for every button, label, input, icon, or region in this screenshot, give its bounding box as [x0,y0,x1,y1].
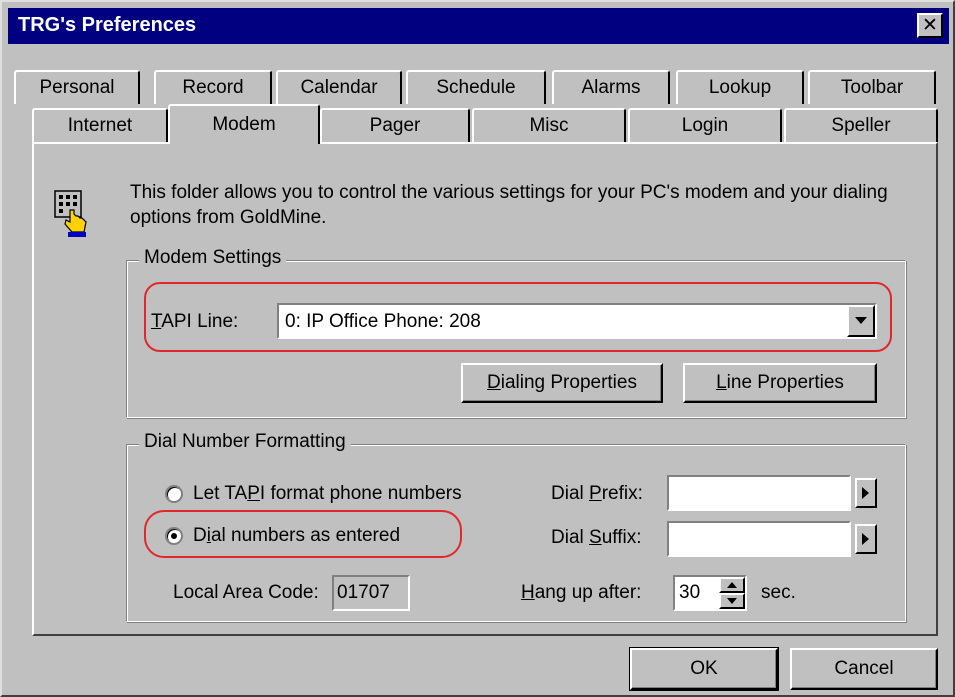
hangup-spin-up[interactable] [719,577,745,593]
chevron-down-icon [855,317,867,324]
tab-alarms[interactable]: Alarms [552,70,670,104]
tab-pager[interactable]: Pager [320,108,470,142]
dial-suffix-input[interactable] [667,521,851,557]
radio-let-tapi-format[interactable] [165,485,183,503]
tab-label: Calendar [300,77,378,98]
cancel-button[interactable]: Cancel [790,648,938,690]
tab-label: Toolbar [840,77,904,98]
hangup-label: Hang up after: [521,582,642,603]
dialing-properties-button[interactable]: Dialing Properties [461,363,663,403]
hangup-unit: sec. [761,582,796,603]
tapi-line-value: 0: IP Office Phone: 208 [285,311,481,332]
title-bar[interactable]: TRG's Preferences ✕ [8,8,949,44]
ok-button[interactable]: OK [629,647,779,691]
tab-lookup[interactable]: Lookup [676,70,804,104]
tab-calendar[interactable]: Calendar [276,70,402,104]
tab-record[interactable]: Record [154,70,272,104]
tab-label: Record [182,77,244,98]
tapi-dropdown-button[interactable] [847,305,875,337]
radio-let-tapi-label: Let TAPI format phone numbers [193,483,462,504]
tab-personal[interactable]: Personal [14,70,140,104]
phone-keypad-hand-icon [54,190,87,237]
tab-toolbar[interactable]: Toolbar [808,70,936,104]
tab-label: Schedule [436,77,516,98]
dial-prefix-input[interactable] [667,475,851,511]
local-area-code-field: 01707 [332,575,410,611]
tapi-line-label: TAPI Line: [151,311,239,332]
dial-prefix-label: Dial Prefix: [551,483,643,504]
tab-label: Pager [369,115,421,136]
tab-label: Misc [529,115,569,136]
tab-label: Alarms [581,77,641,98]
tab-label: Modem [212,114,276,135]
close-icon: ✕ [922,15,938,36]
radio-dial-as-entered[interactable] [165,527,183,545]
chevron-right-icon [862,487,869,499]
radio-dial-as-entered-label: Dial numbers as entered [193,525,401,546]
dial-formatting-group: Dial Number Formatting Let TAPI format p… [126,431,906,622]
hangup-value: 30 [679,582,701,603]
tab-label: Speller [831,115,891,136]
tab-modem[interactable]: Modem [168,104,320,144]
tab-label: Internet [67,115,133,136]
tab-label: Lookup [708,77,772,98]
preferences-dialog: TRG's Preferences ✕ Personal Record Cale… [0,0,955,697]
spin-up-icon [727,582,737,588]
modem-settings-group: Modem Settings TAPI Line: 0: IP Office P… [126,247,906,418]
tab-speller[interactable]: Speller [784,108,938,142]
tab-misc[interactable]: Misc [472,108,626,142]
tab-internet[interactable]: Internet [32,108,168,142]
chevron-right-icon [862,533,869,545]
modem-tab-panel: This folder allows you to control the va… [32,142,938,636]
modem-settings-legend: Modem Settings [139,247,287,269]
dial-prefix-arrow-button[interactable] [855,478,877,508]
line-properties-button[interactable]: Line Properties [683,363,877,403]
window-title: TRG's Preferences [18,14,197,36]
info-text: This folder allows you to control the va… [130,182,888,228]
local-area-code-label: Local Area Code: [173,582,319,603]
dial-suffix-arrow-button[interactable] [855,524,877,554]
hangup-spinner[interactable]: 30 [673,575,747,611]
close-button[interactable]: ✕ [917,13,943,38]
dial-suffix-label: Dial Suffix: [551,527,642,548]
tab-login[interactable]: Login [628,108,782,142]
hangup-spin-down[interactable] [719,593,745,609]
local-area-code-value: 01707 [337,582,390,603]
tapi-line-select[interactable]: 0: IP Office Phone: 208 [277,303,877,339]
tab-label: Personal [39,77,115,98]
tab-label: Login [681,115,729,136]
dial-formatting-legend: Dial Number Formatting [139,431,351,453]
spin-down-icon [727,598,737,604]
tab-schedule[interactable]: Schedule [406,70,546,104]
